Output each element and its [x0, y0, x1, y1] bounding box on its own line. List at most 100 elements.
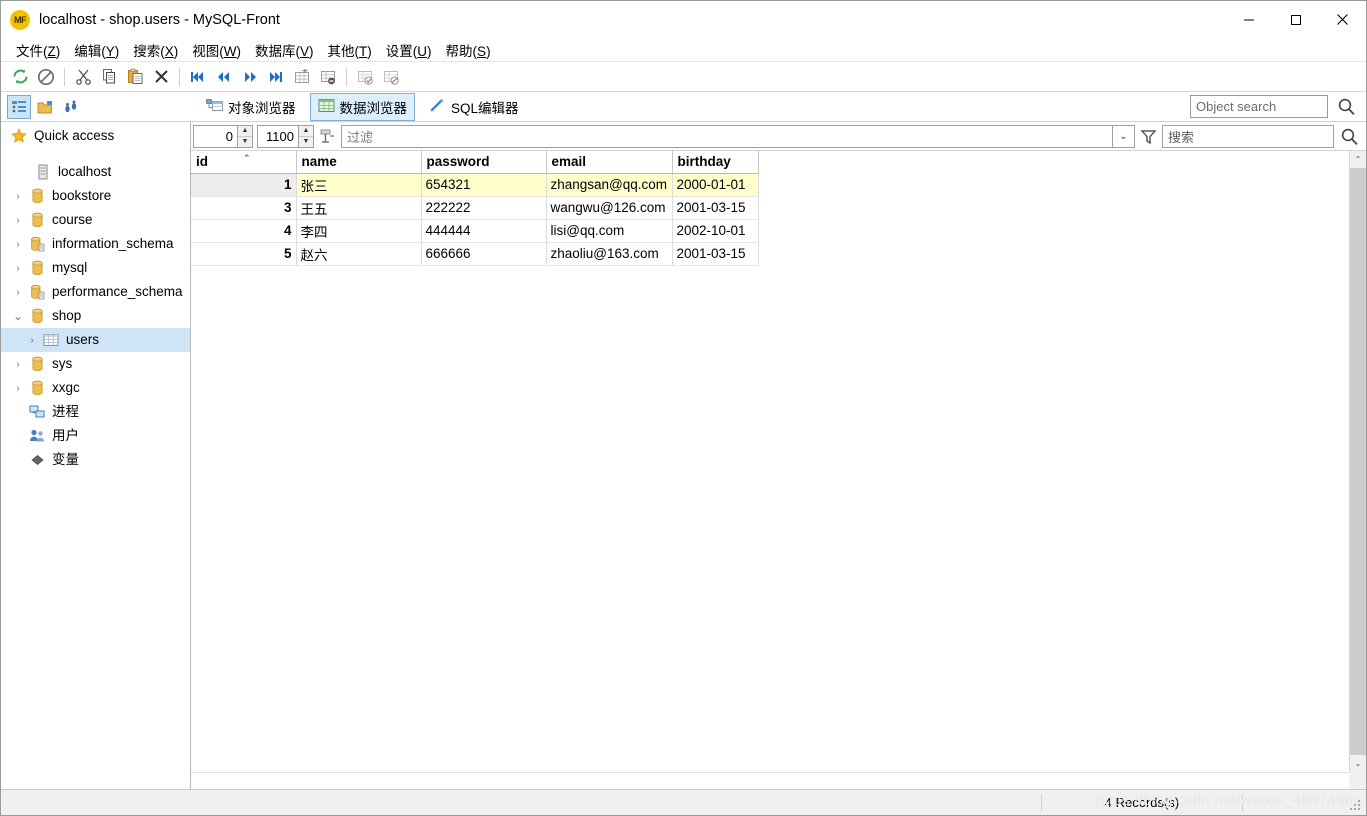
limit-rows-icon[interactable] — [314, 123, 341, 150]
cell-id[interactable]: 3 — [191, 196, 297, 220]
twisty-users[interactable]: › — [23, 335, 41, 346]
column-header-name[interactable]: name — [296, 151, 422, 174]
refresh-icon[interactable] — [7, 64, 33, 90]
funnel-icon[interactable] — [1135, 123, 1162, 150]
sidebar-item-shop[interactable]: ⌄ shop — [1, 304, 190, 328]
sidebar-item-mysql[interactable]: › mysql — [1, 256, 190, 280]
twisty-performance-schema[interactable]: › — [9, 287, 27, 298]
cut-icon[interactable] — [70, 64, 96, 90]
rollback-icon[interactable] — [378, 64, 404, 90]
offset-stepper-down[interactable]: ▼ — [238, 137, 252, 147]
cell-name[interactable]: 李四 — [296, 219, 422, 243]
object-search-button[interactable] — [1337, 97, 1356, 119]
chevron-down-icon[interactable]: ⌄ — [1113, 124, 1135, 148]
table-row[interactable]: 1 张三 654321 zhangsan@qq.com 2000-01-01 — [191, 173, 759, 197]
sidebar-item-information-schema[interactable]: › information_schema — [1, 232, 190, 256]
sidebar-item-bookstore[interactable]: › bookstore — [1, 184, 190, 208]
tab-sql-editor[interactable]: SQL编辑器 — [421, 93, 527, 121]
resize-grip[interactable] — [1350, 800, 1362, 812]
offset-input[interactable]: 0 — [193, 124, 238, 148]
twisty-bookstore[interactable]: › — [9, 191, 27, 202]
cell-password[interactable]: 444444 — [421, 219, 547, 243]
prev-record-icon[interactable] — [211, 64, 237, 90]
cell-email[interactable]: lisi@qq.com — [546, 219, 673, 243]
next-record-icon[interactable] — [237, 64, 263, 90]
sidebar-item-users-accounts[interactable]: 用户 — [1, 424, 190, 448]
menu-file[interactable]: 文件(Z) — [9, 38, 67, 62]
cell-id[interactable]: 1 — [191, 173, 297, 197]
sidebar-item-sys[interactable]: › sys — [1, 352, 190, 376]
sidebar-item-performance-schema[interactable]: › performance_schema — [1, 280, 190, 304]
cell-birthday[interactable]: 2000-01-01 — [672, 173, 759, 197]
tree-view-icon[interactable] — [7, 94, 31, 119]
scroll-up-icon[interactable]: ⌃ — [1350, 151, 1366, 168]
twisty-shop[interactable]: ⌄ — [9, 309, 27, 323]
menu-help[interactable]: 帮助(S) — [439, 38, 498, 62]
limit-stepper-up[interactable]: ▲ — [299, 126, 313, 137]
data-grid[interactable]: id ⌃ name password email birthday 1 张三 6… — [191, 151, 1349, 772]
sidebar-item-users[interactable]: › users — [1, 328, 190, 352]
menu-other[interactable]: 其他(T) — [321, 38, 379, 62]
sidebar-item-localhost[interactable]: localhost — [1, 160, 190, 184]
close-button[interactable] — [1319, 1, 1366, 38]
grid-horizontal-scrollbar[interactable] — [191, 772, 1366, 789]
twisty-xxgc[interactable]: › — [9, 383, 27, 394]
first-record-icon[interactable] — [185, 64, 211, 90]
scroll-track[interactable] — [1350, 168, 1366, 755]
menu-edit[interactable]: 编辑(Y) — [67, 38, 126, 62]
offset-stepper-up[interactable]: ▲ — [238, 126, 252, 137]
folder-view-icon[interactable] — [33, 95, 57, 119]
menu-view[interactable]: 视图(W) — [185, 38, 248, 62]
footsteps-icon[interactable] — [59, 95, 83, 119]
menu-search[interactable]: 搜索(X) — [126, 38, 185, 62]
limit-stepper[interactable]: ▲ ▼ — [299, 124, 314, 148]
column-header-birthday[interactable]: birthday — [672, 151, 759, 174]
object-search-input[interactable]: Object search — [1190, 95, 1328, 118]
sidebar-item-quick-access[interactable]: Quick access — [1, 124, 190, 148]
cell-password[interactable]: 222222 — [421, 196, 547, 220]
column-header-password[interactable]: password — [421, 151, 547, 174]
cell-email[interactable]: wangwu@126.com — [546, 196, 673, 220]
twisty-sys[interactable]: › — [9, 359, 27, 370]
stop-icon[interactable] — [33, 64, 59, 90]
table-row[interactable]: 5 赵六 666666 zhaoliu@163.com 2001-03-15 — [191, 242, 759, 266]
twisty-mysql[interactable]: › — [9, 263, 27, 274]
offset-stepper[interactable]: ▲ ▼ — [238, 124, 253, 148]
cell-name[interactable]: 王五 — [296, 196, 422, 220]
twisty-course[interactable]: › — [9, 215, 27, 226]
menu-database[interactable]: 数据库(V) — [248, 38, 321, 62]
sidebar-item-xxgc[interactable]: › xxgc — [1, 376, 190, 400]
insert-row-icon[interactable] — [289, 64, 315, 90]
cell-id[interactable]: 5 — [191, 242, 297, 266]
cell-password[interactable]: 654321 — [421, 173, 547, 197]
delete-icon[interactable] — [148, 64, 174, 90]
search-input[interactable]: 搜索 — [1162, 124, 1334, 148]
tab-object-browser[interactable]: 对象浏览器 — [198, 93, 304, 121]
menu-settings[interactable]: 设置(U) — [379, 38, 439, 62]
tab-data-browser[interactable]: 数据浏览器 — [309, 92, 415, 121]
minimize-button[interactable] — [1225, 1, 1272, 38]
maximize-button[interactable] — [1272, 1, 1319, 38]
last-record-icon[interactable] — [263, 64, 289, 90]
sidebar-item-processes[interactable]: 进程 — [1, 400, 190, 424]
copy-icon[interactable] — [96, 64, 122, 90]
delete-row-icon[interactable] — [315, 64, 341, 90]
commit-icon[interactable] — [352, 64, 378, 90]
twisty-information-schema[interactable]: › — [9, 239, 27, 250]
column-header-id[interactable]: id ⌃ — [191, 151, 297, 174]
hscroll-track[interactable] — [191, 772, 1349, 789]
limit-stepper-down[interactable]: ▼ — [299, 137, 313, 147]
cell-birthday[interactable]: 2001-03-15 — [672, 242, 759, 266]
paste-icon[interactable] — [122, 64, 148, 90]
cell-email[interactable]: zhaoliu@163.com — [546, 242, 673, 266]
grid-vertical-scrollbar[interactable]: ⌃ ⌄ — [1349, 151, 1366, 772]
scroll-down-icon[interactable]: ⌄ — [1350, 755, 1366, 772]
limit-input[interactable]: 1100 — [257, 124, 299, 148]
cell-id[interactable]: 4 — [191, 219, 297, 243]
cell-birthday[interactable]: 2002-10-01 — [672, 219, 759, 243]
sidebar-item-variables[interactable]: 变量 — [1, 448, 190, 472]
column-header-email[interactable]: email — [546, 151, 673, 174]
table-row[interactable]: 4 李四 444444 lisi@qq.com 2002-10-01 — [191, 219, 759, 243]
cell-email[interactable]: zhangsan@qq.com — [546, 173, 673, 197]
sidebar-item-course[interactable]: › course — [1, 208, 190, 232]
